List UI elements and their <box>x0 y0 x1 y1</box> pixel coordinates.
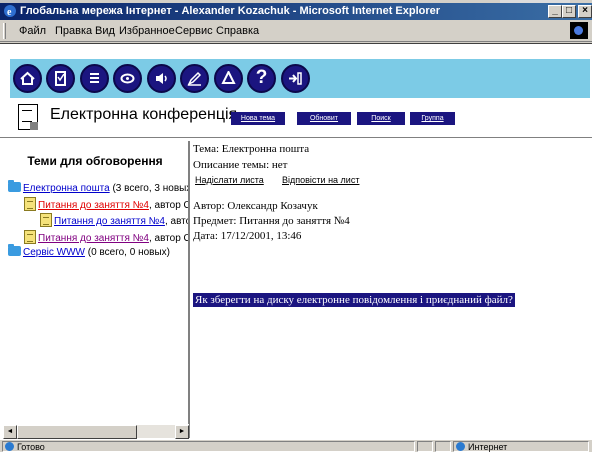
open-folder-icon <box>8 180 21 192</box>
topics-title: Теми для обговорення <box>27 154 163 168</box>
document-icon[interactable] <box>46 64 75 93</box>
topic-link-www[interactable]: Сервіс WWW <box>23 247 85 258</box>
tree-item-www: Сервіс WWW (0 всего, 0 новых) <box>8 244 170 262</box>
svg-text:e: e <box>7 7 12 18</box>
page-viewport: ? Електронна конференція Нова тема Обнов… <box>0 43 592 439</box>
internet-zone-icon <box>456 442 465 451</box>
menu-edit[interactable]: Правка <box>55 25 92 37</box>
message-link[interactable]: Питання до заняття №4 <box>38 233 149 244</box>
message-pane: Тема: Електронна пошта Описание темы: не… <box>192 141 592 438</box>
home-icon[interactable] <box>13 64 42 93</box>
title-bar: e Глобальна мережа Інтернет - Alexander … <box>0 3 592 20</box>
page-status-icon <box>5 442 14 451</box>
group-button[interactable]: Группа <box>410 112 455 125</box>
message-icon <box>24 230 36 244</box>
zone-label: Интернет <box>468 442 508 452</box>
menu-file[interactable]: Файл <box>19 25 46 37</box>
pen-icon[interactable] <box>180 64 209 93</box>
message-body: Як зберегти на диску електронне повідомл… <box>193 293 515 307</box>
tree-item-email: Електронна пошта (3 всего, 3 новых) <box>8 180 190 198</box>
maximize-button[interactable]: □ <box>562 5 576 18</box>
recycle-icon[interactable] <box>214 64 243 93</box>
topic-count: (0 всего, 0 новых) <box>84 247 170 258</box>
subject-line: Предмет: Питання до заняття №4 <box>193 215 350 227</box>
scroll-left-button[interactable]: ◄ <box>3 425 17 439</box>
icon-toolbar: ? <box>10 59 590 98</box>
reply-link[interactable]: Питання до заняття №4 <box>54 216 165 227</box>
message-link[interactable]: Питання до заняття №4 <box>38 200 149 211</box>
speaker-icon[interactable] <box>147 64 176 93</box>
horizontal-scrollbar[interactable]: ◄ ► <box>3 424 189 439</box>
reply-author: , автор <box>164 216 188 227</box>
search-button[interactable]: Поиск <box>357 112 405 125</box>
toolbar-grip[interactable] <box>3 23 6 39</box>
message-icon <box>24 197 36 211</box>
minimize-button[interactable]: _ <box>548 5 562 18</box>
frame-divider <box>0 137 592 139</box>
folder-icon <box>8 244 21 256</box>
close-button[interactable]: × <box>578 5 592 18</box>
date-line: Дата: 17/12/2001, 13:46 <box>193 230 302 242</box>
scroll-thumb[interactable] <box>17 425 137 439</box>
topic-count: (3 всего, 3 новых) <box>109 183 190 194</box>
help-icon[interactable]: ? <box>247 64 276 93</box>
cd-icon[interactable] <box>113 64 142 93</box>
status-cell <box>417 441 433 452</box>
menu-tools[interactable]: Сервис <box>175 25 213 37</box>
topic-link-email[interactable]: Електронна пошта <box>23 183 110 194</box>
message-icon <box>40 213 52 227</box>
message-author: , автор Ол <box>148 233 188 244</box>
scroll-right-button[interactable]: ► <box>175 425 189 439</box>
refresh-button[interactable]: Обновит <box>297 112 351 125</box>
window-title: Глобальна мережа Інтернет - Alexander Ko… <box>20 5 441 17</box>
page-title: Електронна конференція <box>50 106 238 123</box>
menu-bar: Файл Правка Вид Избранное Сервис Справка <box>0 20 592 42</box>
message-author: , автор Ол <box>148 200 188 211</box>
document-page-icon <box>18 104 38 130</box>
security-zone: Интернет <box>453 441 589 452</box>
status-cell <box>435 441 451 452</box>
status-label: Готово <box>17 442 45 452</box>
tree-item-reply: Питання до заняття №4, автор <box>40 213 188 229</box>
menu-view[interactable]: Вид <box>95 25 115 37</box>
status-text: Готово <box>2 441 415 452</box>
windows-logo-icon <box>570 22 588 39</box>
exit-icon[interactable] <box>281 64 310 93</box>
page-header: Електронна конференція Нова тема Обновит… <box>10 104 590 136</box>
menu-help[interactable]: Справка <box>216 25 259 37</box>
menu-favorites[interactable]: Избранное <box>119 25 175 37</box>
description-line: Описание темы: нет <box>193 159 288 171</box>
new-topic-button[interactable]: Нова тема <box>231 112 285 125</box>
reply-letter-link[interactable]: Відповісти на лист <box>282 175 359 185</box>
topics-pane: Теми для обговорення Електронна пошта (3… <box>0 141 190 438</box>
send-letter-link[interactable]: Надіслати листа <box>195 175 264 185</box>
list-icon[interactable] <box>80 64 109 93</box>
topic-line: Тема: Електронна пошта <box>193 143 310 155</box>
tree-item-message: Питання до заняття №4, автор Ол <box>24 230 188 246</box>
author-line: Автор: Олександр Козачук <box>193 200 318 212</box>
ie-icon: e <box>4 5 16 18</box>
tree-item-message: Питання до заняття №4, автор Ол <box>24 197 188 213</box>
status-bar: Готово Интернет <box>0 439 592 452</box>
